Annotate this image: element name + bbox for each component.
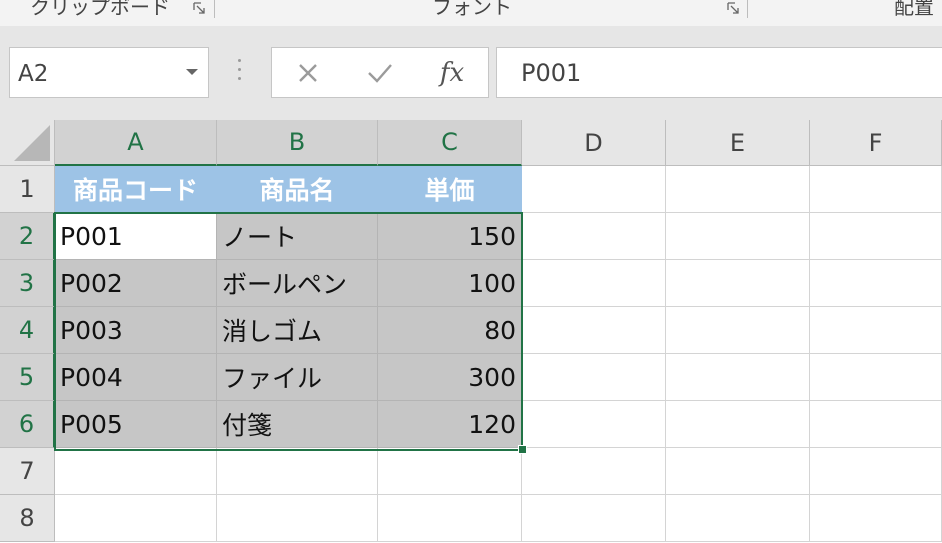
formula-value: P001 (521, 59, 582, 87)
cell-e7[interactable] (666, 448, 810, 495)
column-header-a[interactable]: A (55, 120, 217, 166)
formula-bar-resize-handle[interactable] (238, 59, 242, 85)
cell-d8[interactable] (522, 495, 666, 542)
cell-e5[interactable] (666, 354, 810, 401)
cell-a1[interactable]: 商品コード (55, 166, 217, 213)
cell-f2[interactable] (810, 213, 942, 260)
fx-icon: fx (439, 57, 465, 88)
row-header-6[interactable]: 6 (0, 401, 55, 448)
row-header-7[interactable]: 7 (0, 448, 55, 495)
cell-e3[interactable] (666, 260, 810, 307)
excel-window: クリップボード フォント 配置 A2 fx P001 A B C D E F 1… (0, 0, 942, 543)
cell-b6[interactable]: 付箋 (217, 401, 378, 448)
cancel-button[interactable] (286, 48, 330, 97)
row-header-2[interactable]: 2 (0, 213, 55, 260)
font-dialog-launcher-icon[interactable] (727, 2, 740, 16)
cell-f7[interactable] (810, 448, 942, 495)
ribbon-group-font-label: フォント (432, 0, 512, 19)
enter-button[interactable] (358, 48, 402, 97)
formula-buttons: fx (271, 47, 489, 98)
cell-d2[interactable] (522, 213, 666, 260)
name-box-value: A2 (18, 61, 49, 87)
cell-f3[interactable] (810, 260, 942, 307)
cell-f1[interactable] (810, 166, 942, 213)
cell-a8[interactable] (55, 495, 217, 542)
cell-f6[interactable] (810, 401, 942, 448)
cell-b7[interactable] (217, 448, 378, 495)
cell-f8[interactable] (810, 495, 942, 542)
cell-d7[interactable] (522, 448, 666, 495)
cell-a7[interactable] (55, 448, 217, 495)
ribbon-group-separator (747, 0, 748, 18)
ribbon-group-alignment-label: 配置 (894, 0, 934, 19)
cell-c7[interactable] (378, 448, 522, 495)
cell-d6[interactable] (522, 401, 666, 448)
cell-f4[interactable] (810, 307, 942, 354)
cell-d3[interactable] (522, 260, 666, 307)
name-box[interactable]: A2 (9, 47, 209, 98)
cell-b8[interactable] (217, 495, 378, 542)
cell-c5[interactable]: 300 (378, 354, 522, 401)
cell-d4[interactable] (522, 307, 666, 354)
insert-function-button[interactable]: fx (430, 48, 474, 97)
column-header-d[interactable]: D (522, 120, 666, 166)
column-header-e[interactable]: E (666, 120, 810, 166)
cell-c2[interactable]: 150 (378, 213, 522, 260)
select-all-triangle-icon (14, 125, 50, 161)
cell-b5[interactable]: ファイル (217, 354, 378, 401)
column-header-b[interactable]: B (217, 120, 378, 166)
select-all-button[interactable] (0, 120, 55, 166)
clipboard-dialog-launcher-icon[interactable] (193, 2, 206, 16)
cell-a2[interactable]: P001 (55, 213, 217, 260)
cell-c8[interactable] (378, 495, 522, 542)
row-header-4[interactable]: 4 (0, 307, 55, 354)
formula-input[interactable]: P001 (496, 47, 942, 98)
chevron-down-icon[interactable] (186, 69, 198, 75)
ribbon-group-separator (214, 0, 215, 18)
cell-c3[interactable]: 100 (378, 260, 522, 307)
checkmark-icon (368, 63, 392, 83)
row-header-1[interactable]: 1 (0, 166, 55, 213)
cell-b1[interactable]: 商品名 (217, 166, 378, 213)
ribbon-group-clipboard-label: クリップボード (30, 0, 170, 19)
cell-c6[interactable]: 120 (378, 401, 522, 448)
cell-f5[interactable] (810, 354, 942, 401)
cell-c1[interactable]: 単価 (378, 166, 522, 213)
cell-a6[interactable]: P005 (55, 401, 217, 448)
column-header-c[interactable]: C (378, 120, 522, 166)
cell-e6[interactable] (666, 401, 810, 448)
cell-b3[interactable]: ボールペン (217, 260, 378, 307)
cell-a5[interactable]: P004 (55, 354, 217, 401)
cell-b4[interactable]: 消しゴム (217, 307, 378, 354)
ribbon-group-labels: クリップボード フォント 配置 (0, 0, 942, 26)
cell-b2[interactable]: ノート (217, 213, 378, 260)
cell-e1[interactable] (666, 166, 810, 213)
cell-a3[interactable]: P002 (55, 260, 217, 307)
cell-a4[interactable]: P003 (55, 307, 217, 354)
cell-e2[interactable] (666, 213, 810, 260)
row-header-5[interactable]: 5 (0, 354, 55, 401)
formula-bar: A2 fx P001 (0, 26, 942, 120)
column-header-f[interactable]: F (810, 120, 942, 166)
fill-handle[interactable] (518, 445, 527, 454)
cell-e8[interactable] (666, 495, 810, 542)
cell-c4[interactable]: 80 (378, 307, 522, 354)
cell-e4[interactable] (666, 307, 810, 354)
cell-d1[interactable] (522, 166, 666, 213)
x-icon (299, 63, 317, 82)
row-header-8[interactable]: 8 (0, 495, 55, 542)
cell-d5[interactable] (522, 354, 666, 401)
row-header-3[interactable]: 3 (0, 260, 55, 307)
